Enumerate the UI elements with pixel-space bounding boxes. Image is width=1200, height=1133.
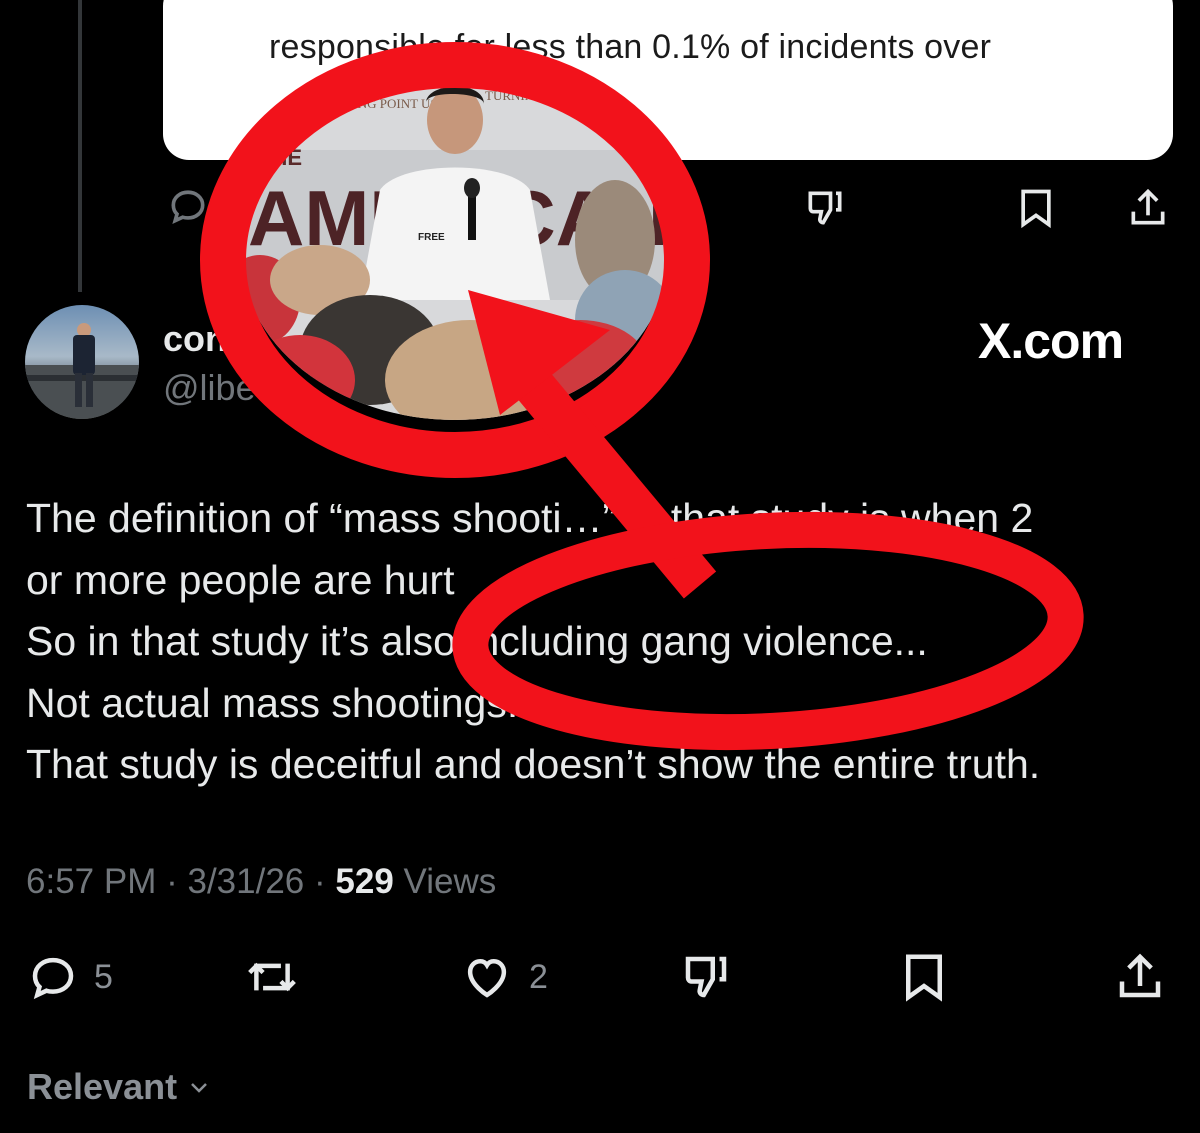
sort-label: Relevant (27, 1066, 178, 1107)
reply-count: 5 (94, 957, 113, 996)
share-icon (1119, 953, 1161, 998)
like-count: 2 (529, 957, 548, 996)
tweet-line: That study is deceitful and doesn’t show… (26, 741, 1041, 787)
shirt-text: FREE (418, 232, 445, 243)
x-com-watermark: X.com (978, 313, 1124, 369)
avatar[interactable] (25, 305, 139, 419)
tweet-actions-row: 5 2 (0, 948, 1200, 1008)
bookmark-button-upper[interactable] (1014, 186, 1058, 230)
views-count[interactable]: 529 (335, 862, 393, 901)
avatar-photo (25, 323, 139, 419)
tweet-meta: 6:57 PM · 3/31/26 · 529 Views (26, 862, 496, 902)
share-button-upper[interactable] (1126, 186, 1170, 230)
quoted-card-text: responsible for less than 0.1% of incide… (269, 28, 992, 66)
dislike-button[interactable] (678, 950, 734, 1004)
author-handle[interactable]: @libe (163, 367, 256, 409)
thread-connector-line (78, 0, 82, 292)
reply-button-upper[interactable] (166, 184, 210, 228)
embedded-photo[interactable]: TURNING POINT USA TURNING POINT USA THE … (240, 80, 670, 420)
rally-photo: TURNING POINT USA TURNING POINT USA THE … (240, 80, 670, 420)
views-label: Views (403, 862, 497, 901)
like-button[interactable]: 2 (459, 950, 548, 1004)
tweet-time[interactable]: 6:57 PM (26, 862, 156, 901)
meta-separator: · (166, 862, 178, 901)
share-icon (1131, 188, 1165, 225)
tweet-line: or more people are hurt (26, 556, 455, 603)
repost-icon (248, 962, 296, 992)
heart-icon (467, 958, 507, 998)
author-display-name[interactable]: con (163, 318, 227, 360)
tweet-thread-screen: responsible for less than 0.1% of incide… (0, 0, 1200, 1133)
reply-icon (32, 957, 74, 1000)
chevron-down-icon (191, 1083, 207, 1093)
bookmark-button[interactable] (897, 950, 951, 1004)
tweet-line: Not actual mass shootings... (26, 679, 542, 726)
sort-dropdown[interactable]: Relevant (27, 1066, 211, 1108)
tweet-line: So in that study it’s also including gan… (26, 618, 928, 664)
dislike-button-upper[interactable] (803, 186, 847, 230)
dislike-icon (685, 956, 727, 998)
repost-button[interactable] (243, 950, 301, 1004)
tweet-body: The definition of “mass shooti…” in that… (26, 488, 1186, 796)
reply-button[interactable]: 5 (26, 950, 113, 1004)
reply-icon (171, 190, 205, 224)
bookmark-icon (1021, 189, 1051, 229)
bookmark-icon (906, 954, 942, 1002)
tweet-date[interactable]: 3/31/26 (187, 862, 304, 901)
dislike-icon (808, 191, 842, 225)
meta-separator: · (314, 862, 326, 901)
tweet-line: The definition of “mass shooti…” in that… (26, 495, 1034, 541)
share-button[interactable] (1113, 950, 1167, 1004)
